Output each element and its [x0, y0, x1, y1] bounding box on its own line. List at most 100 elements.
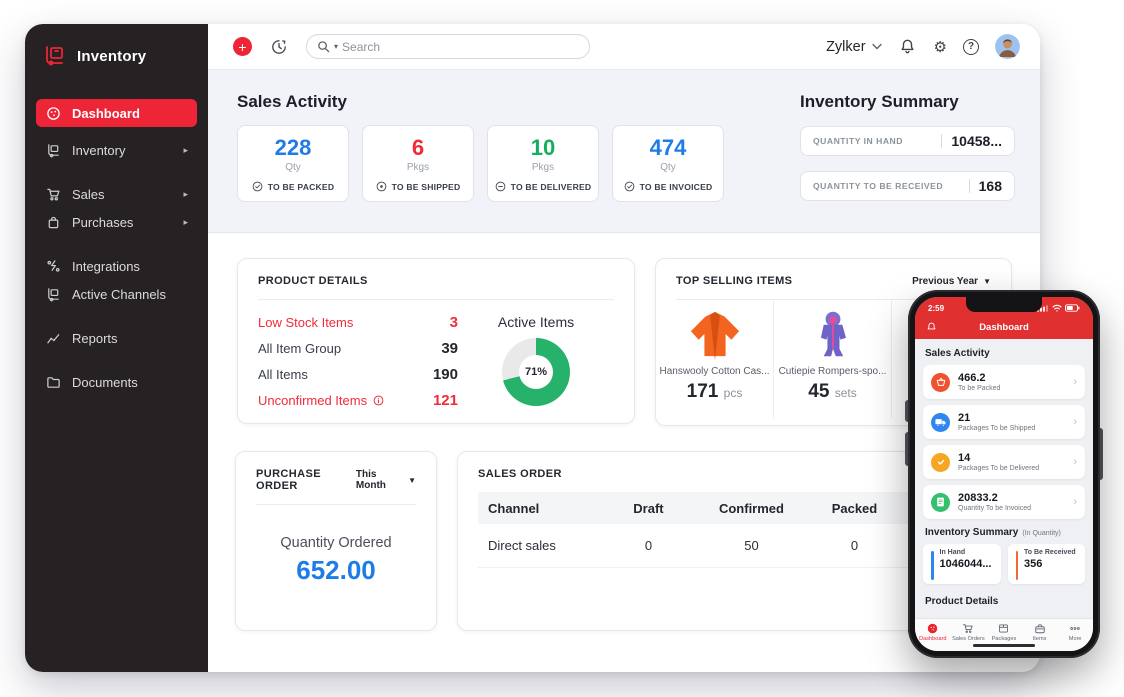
phone-mockup: 2:59 Dashboard Sales Activity 466.2 To b…: [905, 290, 1103, 658]
inventory-dolly-icon: [45, 143, 61, 158]
item-label: Quantity To be Invoiced: [958, 505, 1032, 512]
help-icon[interactable]: ?: [963, 38, 979, 55]
phone-page-title: Dashboard: [979, 321, 1029, 333]
sidebar-item-label: Documents: [72, 374, 138, 390]
inventory-summary-title: Inventory Summary: [800, 92, 959, 111]
phone-to-be-received-card[interactable]: To Be Received 356: [1007, 544, 1085, 584]
check-circle-icon: [252, 181, 263, 192]
recent-activity-icon[interactable]: [269, 37, 289, 57]
period-filter-dropdown[interactable]: This Month ▼: [356, 469, 416, 491]
row-label: Low Stock Items: [258, 315, 354, 330]
unconfirmed-items-row[interactable]: Unconfirmed Items 121: [258, 392, 458, 409]
metric-value: 6: [411, 135, 425, 160]
sales-activity-title: Sales Activity: [237, 92, 347, 111]
chevron-right-icon: ›: [1073, 456, 1077, 468]
card-title: PRODUCT DETAILS: [258, 275, 368, 287]
sidebar-item-sales[interactable]: Sales ▸: [36, 180, 197, 208]
phone-body: Sales Activity 466.2 To be Packed › 21 P…: [915, 339, 1093, 618]
divider: [941, 134, 943, 148]
phone-item-to-be-delivered[interactable]: 14 Packages To be Delivered ›: [923, 445, 1085, 479]
user-avatar[interactable]: [995, 34, 1020, 59]
phone-item-to-be-shipped[interactable]: 21 Packages To be Shipped ›: [923, 405, 1085, 439]
search-icon: [317, 40, 330, 53]
sidebar-item-label: Active Channels: [72, 286, 166, 302]
purchase-order-card: PURCHASE ORDER This Month ▼ Quantity Ord…: [235, 451, 437, 631]
notifications-bell-icon[interactable]: [898, 37, 918, 57]
card-to-be-delivered[interactable]: 10 Pkgs TO BE DELIVERED: [487, 125, 599, 202]
sidebar-item-active-channels[interactable]: Active Channels: [36, 280, 197, 308]
chevron-down-icon: ▼: [983, 276, 991, 286]
card-to-be-shipped[interactable]: 6 Pkgs TO BE SHIPPED: [362, 125, 474, 202]
tab-label: Dashboard: [919, 636, 947, 642]
phone-in-hand-card[interactable]: In Hand 1046044...: [923, 544, 1001, 584]
battery-icon: [1065, 304, 1080, 312]
sidebar-item-purchases[interactable]: Purchases ▸: [36, 208, 197, 236]
quantity-in-hand-row[interactable]: QUANTITY IN HAND 10458...: [800, 126, 1015, 156]
top-item-2[interactable]: Cutiepie Rompers-spo... 45 sets: [774, 300, 892, 418]
column-header: Confirmed: [718, 500, 784, 516]
search-input[interactable]: [342, 39, 579, 54]
page-canvas: Inventory Dashboard Inventory ▸ Sales ▸ …: [0, 0, 1124, 697]
sidebar-item-label: Inventory: [72, 142, 126, 158]
quantity-to-be-received-row[interactable]: QUANTITY TO BE RECEIVED 168: [800, 171, 1015, 201]
accent-bar: [931, 551, 934, 580]
phone-tab-more[interactable]: More: [1057, 623, 1093, 642]
quick-create-button[interactable]: +: [233, 37, 252, 56]
sidebar-item-integrations[interactable]: Integrations: [36, 252, 197, 280]
info-icon[interactable]: [373, 395, 384, 406]
submenu-arrow-icon: ▸: [183, 188, 188, 199]
all-item-group-row[interactable]: All Item Group 39: [258, 340, 458, 357]
card-to-be-invoiced[interactable]: 474 Qty TO BE INVOICED: [612, 125, 724, 202]
row-value: 3: [449, 314, 458, 331]
all-items-row[interactable]: All Items 190: [258, 366, 458, 383]
row-label: QUANTITY TO BE RECEIVED: [813, 181, 944, 191]
phone-item-to-be-invoiced[interactable]: 20833.2 Quantity To be Invoiced ›: [923, 485, 1085, 519]
search-scope-caret-icon[interactable]: ▾: [334, 42, 338, 51]
column-header: Channel: [488, 500, 540, 516]
sidebar-item-inventory[interactable]: Inventory ▸: [36, 136, 197, 164]
phone-inventory-summary-title: Inventory Summary: [925, 527, 1019, 538]
product-name: Cutiepie Rompers-spo...: [778, 366, 887, 377]
sidebar-item-documents[interactable]: Documents: [36, 368, 197, 396]
phone-item-to-be-packed[interactable]: 466.2 To be Packed ›: [923, 365, 1085, 399]
card-to-be-packed[interactable]: 228 Qty TO BE PACKED: [237, 125, 349, 202]
sidebar-item-dashboard[interactable]: Dashboard: [36, 99, 197, 127]
submenu-arrow-icon: ▸: [183, 216, 188, 227]
card-label: To Be Received: [1024, 549, 1076, 556]
top-item-1[interactable]: Hanswooly Cotton Cas... 171 pcs: [656, 300, 774, 418]
item-value: 20833.2: [958, 492, 998, 504]
tab-label: Sales Orders: [952, 636, 985, 642]
integrations-icon: [45, 259, 61, 274]
sidebar-item-reports[interactable]: Reports: [36, 324, 197, 352]
app-title: Inventory: [77, 47, 147, 65]
period-filter-dropdown[interactable]: Previous Year ▼: [912, 276, 991, 287]
phone-header: 2:59 Dashboard: [915, 297, 1093, 339]
card-value: 1046044...: [939, 558, 992, 570]
tab-label: More: [1068, 636, 1082, 642]
metric-value: 652.00: [296, 554, 376, 585]
settings-gear-icon[interactable]: ⚙: [934, 38, 947, 56]
phone-tab-items[interactable]: Items: [1022, 623, 1058, 642]
product-qty: 45: [808, 381, 830, 402]
phone-tab-sales-orders[interactable]: Sales Orders: [951, 623, 987, 642]
metric-unit: Pkgs: [406, 162, 430, 173]
item-label: Packages To be Delivered: [958, 465, 1040, 472]
phone-tab-dashboard[interactable]: Dashboard: [915, 623, 951, 642]
product-name: Hanswooly Cotton Cas...: [659, 366, 770, 377]
org-switcher[interactable]: Zylker: [826, 39, 882, 55]
sidebar-item-label: Sales: [72, 186, 105, 202]
dashboard-icon: [45, 106, 61, 121]
item-label: Packages To be Shipped: [958, 425, 1036, 432]
low-stock-items-row[interactable]: Low Stock Items 3: [258, 314, 458, 331]
search-box: ▾: [306, 34, 590, 59]
sidebar-item-label: Integrations: [72, 258, 140, 274]
product-details-rows: Low Stock Items 3 All Item Group 39 All …: [258, 314, 458, 409]
cell-channel: Direct sales: [488, 538, 556, 553]
phone-power-button: [1100, 428, 1103, 480]
sales-activity-cards: 228 Qty TO BE PACKED 6 Pkgs TO BE SHIPPE…: [237, 125, 724, 202]
app-logo[interactable]: Inventory: [25, 24, 208, 72]
phone-tab-packages[interactable]: Packages: [986, 623, 1022, 642]
chevron-right-icon: ›: [1073, 416, 1077, 428]
phone-home-indicator[interactable]: [973, 644, 1035, 647]
metric-label: TO BE SHIPPED: [391, 181, 461, 192]
